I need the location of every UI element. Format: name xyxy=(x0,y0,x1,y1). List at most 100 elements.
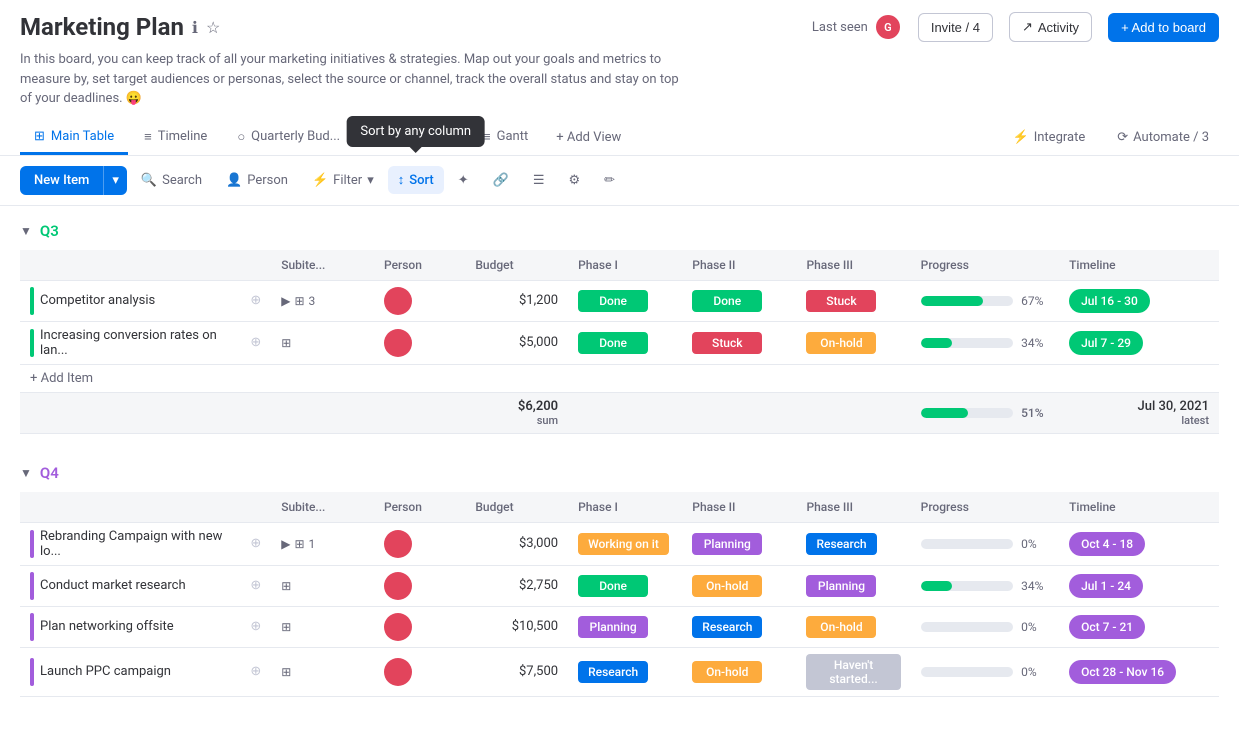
expand-icon2[interactable]: ▶ xyxy=(281,537,290,551)
filter-dropdown-icon: ▾ xyxy=(367,173,374,188)
integrate-button[interactable]: ⚡ Integrate xyxy=(1003,124,1096,151)
table-row: Plan networking offsite ⊕ ⊞ xyxy=(20,606,1219,647)
expand-icon[interactable]: ▶ xyxy=(281,294,290,308)
q4-row1-timeline-cell: Oct 4 - 18 xyxy=(1059,522,1219,565)
board-title: Marketing Plan xyxy=(20,13,184,41)
q4-row1-phase1-badge: Working on it xyxy=(578,533,669,555)
q4-row4-progress-cell: 0% xyxy=(911,647,1059,696)
q3-row1-subitem: ▶ ⊞ 3 xyxy=(281,294,364,308)
tab-main-table[interactable]: ⊞ Main Table xyxy=(20,121,128,155)
add-subitem-icon[interactable]: ⊕ xyxy=(250,293,261,308)
filter-icon: ⚡ xyxy=(312,173,328,188)
q3-row1-phase3-badge: Stuck xyxy=(806,290,876,312)
q4-row1-phase3-badge: Research xyxy=(806,533,876,555)
add-subitem-icon5[interactable]: ⊕ xyxy=(250,619,261,634)
add-item-row-q3[interactable]: + Add Item xyxy=(20,364,1219,392)
q3-row2-name: Increasing conversion rates on lan... ⊕ xyxy=(30,328,261,358)
table-area: ▼ Q3 Subite... Person Budget Phase I Pha… xyxy=(0,206,1239,731)
q4-row2-progress-bar-fill xyxy=(921,581,952,591)
q3-row1-timeline-cell: Jul 16 - 30 xyxy=(1059,280,1219,321)
person-label: Person xyxy=(247,173,288,188)
header-left: Marketing Plan ℹ ☆ xyxy=(20,13,220,41)
q4-row4-avatar xyxy=(384,658,412,686)
q4-col-phase1: Phase I xyxy=(568,492,682,523)
star-icon[interactable]: ☆ xyxy=(206,18,220,37)
q3-sum-empty1 xyxy=(20,392,271,433)
new-item-button[interactable]: New Item ▾ xyxy=(20,166,127,195)
q4-table: Subite... Person Budget Phase I Phase II… xyxy=(20,492,1219,697)
person-button[interactable]: 👤 Person xyxy=(216,167,298,194)
link-button[interactable]: 🔗 xyxy=(483,167,519,194)
q4-col-phase3: Phase III xyxy=(796,492,910,523)
tabs-right: ⚡ Integrate ⟳ Automate / 3 xyxy=(1003,124,1219,151)
q4-row4-subitem-cell: ⊞ xyxy=(271,647,374,696)
q3-row2-timeline-cell: Jul 7 - 29 xyxy=(1059,321,1219,364)
filter-button[interactable]: ⚡ Filter ▾ xyxy=(302,167,384,194)
q3-sum-timeline: Jul 30, 2021 xyxy=(1069,399,1209,414)
q4-row4-budget-cell: $7,500 xyxy=(465,647,568,696)
q4-row3-phase2-badge: Research xyxy=(692,616,762,638)
subitem-icon4: ⊞ xyxy=(281,579,291,593)
q4-row2-actions: ⊕ xyxy=(250,578,261,593)
q3-col-person: Person xyxy=(374,250,465,281)
q3-sum-timeline-sub: latest xyxy=(1069,414,1209,427)
add-to-board-button[interactable]: + Add to board xyxy=(1108,13,1219,42)
q4-row1-progress: 0% xyxy=(921,537,1049,551)
add-subitem-icon2[interactable]: ⊕ xyxy=(250,335,261,350)
q3-table: Subite... Person Budget Phase I Phase II… xyxy=(20,250,1219,434)
q3-row2-budget-cell: $5,000 xyxy=(465,321,568,364)
q3-row2-phase3-cell: On-hold xyxy=(796,321,910,364)
q3-row1-name-cell: Competitor analysis ⊕ xyxy=(20,280,271,321)
activity-button[interactable]: ↗ Activity xyxy=(1009,12,1092,42)
tab-quarterly-budget[interactable]: ○ Quarterly Bud... xyxy=(223,121,354,155)
edit-button[interactable]: ✏ xyxy=(594,167,625,194)
q3-row2-subitem-cell: ⊞ xyxy=(271,321,374,364)
q3-sum-phase3 xyxy=(796,392,910,433)
row-height-button[interactable]: ☰ xyxy=(523,167,555,194)
q3-sum-empty2 xyxy=(271,392,374,433)
apps-button[interactable]: ⚙ xyxy=(558,167,590,194)
tab-timeline[interactable]: ≡ Timeline xyxy=(130,121,221,155)
link-icon: 🔗 xyxy=(493,173,509,188)
new-item-dropdown-icon[interactable]: ▾ xyxy=(103,166,127,195)
automate-label: Automate / 3 xyxy=(1133,130,1209,145)
new-item-label[interactable]: New Item xyxy=(20,166,103,195)
add-view-button[interactable]: + Add View xyxy=(544,122,633,153)
add-subitem-icon6[interactable]: ⊕ xyxy=(250,664,261,679)
q4-row4-color-bar xyxy=(30,658,34,686)
invite-button[interactable]: Invite / 4 xyxy=(918,13,993,42)
q3-row2-name-text: Increasing conversion rates on lan... xyxy=(40,328,244,358)
q3-row1-avatar xyxy=(384,287,412,315)
add-subitem-icon4[interactable]: ⊕ xyxy=(250,578,261,593)
apps-icon: ⚙ xyxy=(568,173,580,188)
q4-row4-phase1-cell: Research xyxy=(568,647,682,696)
add-view-label: + Add View xyxy=(556,130,621,145)
q4-row1-avatar xyxy=(384,530,412,558)
q4-col-progress: Progress xyxy=(911,492,1059,523)
group-q3-toggle[interactable]: ▼ xyxy=(20,224,32,238)
q4-row4-timeline-cell: Oct 28 - Nov 16 xyxy=(1059,647,1219,696)
q4-header-row: Subite... Person Budget Phase I Phase II… xyxy=(20,492,1219,523)
subitem-icon3: ⊞ xyxy=(294,537,304,551)
q3-sum-progress-fill xyxy=(921,408,968,418)
q4-row3-progress-pct: 0% xyxy=(1021,620,1049,634)
add-item-cell-q3[interactable]: + Add Item xyxy=(20,364,1219,392)
magic-wand-button[interactable]: ✦ xyxy=(448,167,479,194)
table-row: Conduct market research ⊕ ⊞ xyxy=(20,565,1219,606)
group-q4-toggle[interactable]: ▼ xyxy=(20,466,32,480)
q4-row4-phase1-badge: Research xyxy=(578,661,648,683)
q3-sum-label: sum xyxy=(475,414,558,427)
automate-button[interactable]: ⟳ Automate / 3 xyxy=(1107,124,1219,151)
q3-row1-color-bar xyxy=(30,287,34,315)
q4-row3-avatar xyxy=(384,613,412,641)
q3-row1-progress: 67% xyxy=(921,294,1049,308)
sort-button[interactable]: ↕ Sort xyxy=(388,166,444,194)
add-subitem-icon3[interactable]: ⊕ xyxy=(250,536,261,551)
search-button[interactable]: 🔍 Search xyxy=(131,167,212,194)
tab-timeline-icon: ≡ xyxy=(144,129,152,145)
q4-row1-phase1-cell: Working on it xyxy=(568,522,682,565)
tab-main-table-icon: ⊞ xyxy=(34,129,45,144)
q4-col-budget: Budget xyxy=(465,492,568,523)
q3-row1-subitem-cell: ▶ ⊞ 3 xyxy=(271,280,374,321)
info-icon[interactable]: ℹ xyxy=(192,18,198,37)
